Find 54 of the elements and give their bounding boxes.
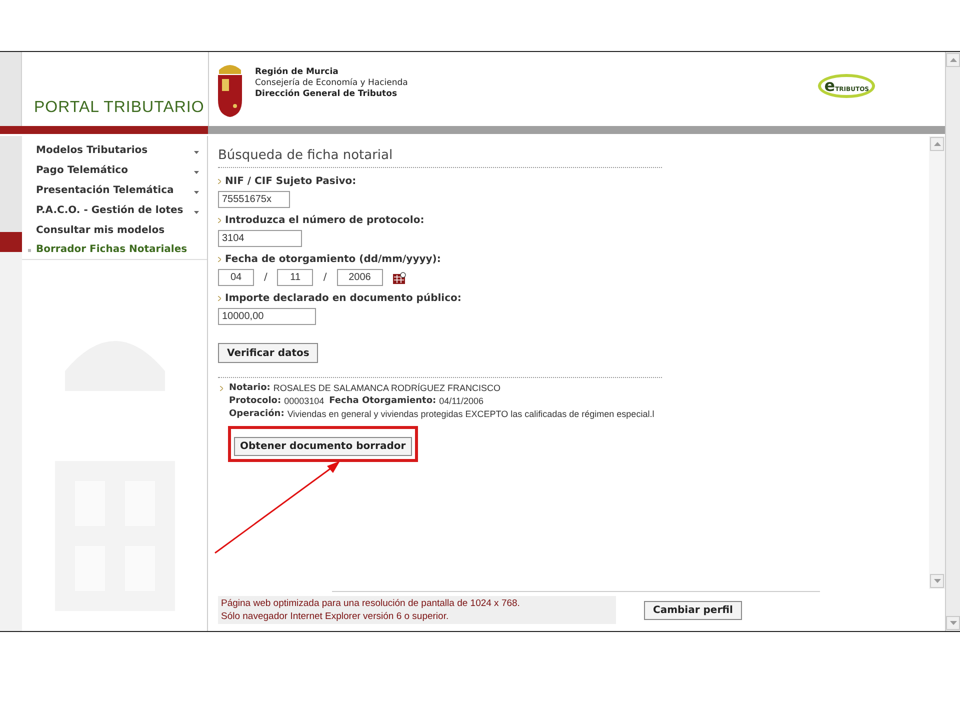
scrollbar[interactable] bbox=[929, 136, 945, 589]
result-label: Notario: bbox=[229, 382, 270, 395]
bullet-icon bbox=[28, 249, 31, 252]
date-separator: / bbox=[264, 271, 268, 285]
organization-line: Región de Murcia bbox=[255, 66, 340, 78]
bullet-icon bbox=[220, 386, 223, 391]
date-separator: / bbox=[323, 271, 327, 285]
text-field[interactable]: 3104 bbox=[218, 230, 302, 247]
bullet-icon bbox=[218, 218, 221, 222]
sidebar-item[interactable]: Presentación Telemática bbox=[22, 180, 207, 200]
result-label: Protocolo: bbox=[229, 394, 282, 408]
scroll-up-button[interactable] bbox=[930, 137, 944, 151]
date-field[interactable]: 11 bbox=[277, 269, 314, 286]
sidebar-item[interactable]: Modelos Tributarios bbox=[22, 140, 207, 160]
result-value: 04/11/2006 bbox=[439, 394, 484, 408]
bullet-icon bbox=[218, 178, 221, 184]
arrow-icon bbox=[950, 58, 956, 62]
sidebar-item[interactable]: Borrador Fichas Notariales bbox=[22, 240, 207, 260]
draft-document-button[interactable]: Obtener documento borrador bbox=[234, 437, 412, 456]
organization-line: Dirección General de Tributos bbox=[255, 88, 398, 100]
text-field[interactable]: 10000,00 bbox=[218, 308, 316, 325]
arrow-icon bbox=[950, 621, 956, 625]
arrow-icon bbox=[934, 579, 940, 583]
sidebar-item[interactable]: P.A.C.O. - Gestión de lotes bbox=[22, 200, 207, 220]
scroll-down-button[interactable] bbox=[946, 616, 960, 630]
bullet-icon bbox=[218, 296, 221, 300]
field-label: Fecha de otorgamiento (dd/mm/yyyy): bbox=[225, 252, 441, 266]
window-scrollbar[interactable] bbox=[945, 52, 960, 631]
sidebar-item[interactable]: Consultar mis modelos bbox=[22, 220, 207, 240]
date-field[interactable]: 04 bbox=[218, 269, 254, 286]
sidebar-item[interactable]: Pago Telemático bbox=[22, 160, 207, 180]
selection-marker bbox=[0, 232, 22, 252]
portal-title: PORTAL TRIBUTARIO bbox=[34, 98, 204, 118]
result-label: Operación: bbox=[229, 408, 284, 421]
calendar-icon[interactable] bbox=[392, 272, 406, 284]
change-profile-button[interactable]: Cambiar perfil bbox=[644, 600, 742, 620]
field-label: NIF / CIF Sujeto Pasivo: bbox=[225, 174, 356, 188]
arrow-icon bbox=[934, 142, 940, 146]
result-label: Fecha Otorgamiento: bbox=[329, 394, 436, 408]
scroll-up-button[interactable] bbox=[946, 53, 960, 67]
result-value: Viviendas en general y viviendas protegidas EXCEPTO las calificadas de régimen especial.l bbox=[287, 408, 654, 421]
organization-line: Consejería de Economía y Hacienda bbox=[255, 78, 408, 88]
scroll-down-button[interactable] bbox=[930, 574, 944, 588]
form-title: Búsqueda de ficha notarial bbox=[218, 148, 393, 163]
field-label: Introduzca el número de protocolo: bbox=[225, 214, 424, 228]
date-field[interactable]: 2006 bbox=[336, 269, 383, 286]
verify-button[interactable]: Verificar datos bbox=[218, 343, 318, 363]
bullet-icon bbox=[218, 256, 221, 262]
field-label: Importe declarado en documento público: bbox=[225, 292, 462, 306]
result-value: ROSALES DE SALAMANCA RODRÍGUEZ FRANCISCO bbox=[273, 382, 500, 395]
text-field[interactable]: 75551675x bbox=[218, 191, 290, 208]
notice-line: Página web optimizada para una resolución de pantalla de 1024 x 768. bbox=[221, 597, 521, 610]
notice-line: Sólo navegador Internet Explorer versión 6 o superior. bbox=[221, 610, 450, 623]
result-value: 00003104 bbox=[284, 394, 324, 408]
